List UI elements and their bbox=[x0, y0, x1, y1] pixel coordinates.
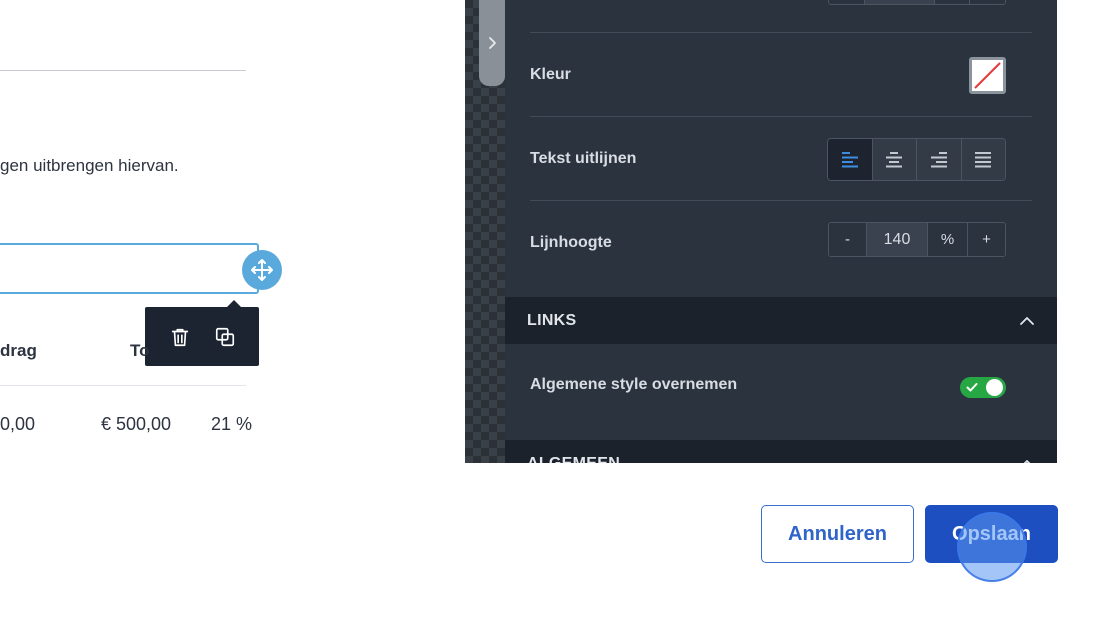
move-icon bbox=[251, 259, 273, 281]
section-title-general: ALGEMEEN bbox=[527, 454, 621, 464]
inherit-style-label: Algemene style overnemen bbox=[530, 376, 738, 393]
align-center-button[interactable] bbox=[872, 139, 917, 180]
align-right-icon bbox=[930, 151, 947, 167]
document-paragraph: gen uitbrengen hiervan. bbox=[0, 156, 179, 175]
table-cell-amount: 0,00 bbox=[0, 414, 36, 434]
line-height-stepper: - 140 % + bbox=[828, 222, 1006, 257]
move-handle[interactable] bbox=[242, 250, 282, 290]
line-height-unit: % bbox=[928, 223, 968, 256]
trash-icon bbox=[171, 328, 188, 346]
table-row-divider bbox=[0, 385, 246, 386]
section-header-links[interactable]: LINKS bbox=[505, 297, 1057, 344]
align-right-button[interactable] bbox=[917, 139, 962, 180]
table-header-amount: drag bbox=[0, 341, 37, 360]
align-justify-button[interactable] bbox=[961, 139, 1005, 180]
selected-block-outline[interactable] bbox=[0, 243, 259, 294]
line-height-input[interactable]: 140 bbox=[866, 223, 928, 256]
section-title-links: LINKS bbox=[527, 311, 577, 329]
table-cell-total: € 500,00 bbox=[101, 414, 172, 434]
delete-block-button[interactable] bbox=[163, 320, 197, 354]
row-divider bbox=[530, 116, 1032, 117]
text-align-group bbox=[827, 138, 1006, 181]
check-icon bbox=[966, 383, 978, 392]
table-header-total: To bbox=[130, 341, 150, 360]
align-center-icon bbox=[886, 151, 903, 167]
duplicate-block-button[interactable] bbox=[208, 320, 242, 354]
color-label: Kleur bbox=[530, 66, 571, 83]
section-header-general[interactable]: ALGEMEEN bbox=[505, 440, 1057, 463]
top-segmented-control[interactable] bbox=[828, 0, 1006, 5]
cancel-button[interactable]: Annuleren bbox=[761, 505, 914, 563]
align-left-button[interactable] bbox=[828, 139, 873, 180]
duplicate-icon bbox=[215, 327, 234, 346]
document-divider bbox=[0, 70, 246, 71]
color-swatch[interactable] bbox=[969, 57, 1006, 94]
collapse-panel-tab[interactable] bbox=[479, 0, 505, 86]
toggle-knob bbox=[986, 379, 1003, 396]
row-divider bbox=[530, 200, 1032, 201]
table-cell-vat: 21 % bbox=[211, 414, 253, 434]
no-color-icon bbox=[974, 62, 1001, 89]
settings-panel: Kleur Tekst uitlijnen Lijnhoogte - 140 %… bbox=[505, 0, 1057, 463]
text-align-label: Tekst uitlijnen bbox=[530, 150, 637, 167]
inherit-style-toggle[interactable] bbox=[960, 377, 1006, 398]
line-height-decrease-button[interactable]: - bbox=[829, 223, 866, 256]
align-justify-icon bbox=[975, 151, 992, 167]
align-left-icon bbox=[841, 151, 858, 167]
block-toolbar bbox=[145, 300, 259, 366]
chevron-up-icon bbox=[1020, 316, 1034, 325]
row-divider bbox=[530, 32, 1032, 33]
line-height-increase-button[interactable]: + bbox=[968, 223, 1005, 256]
chevron-up-icon bbox=[1023, 459, 1031, 463]
chevron-right-icon bbox=[489, 37, 496, 49]
line-height-label: Lijnhoogte bbox=[530, 234, 612, 251]
save-button[interactable]: Opslaan bbox=[925, 505, 1058, 563]
